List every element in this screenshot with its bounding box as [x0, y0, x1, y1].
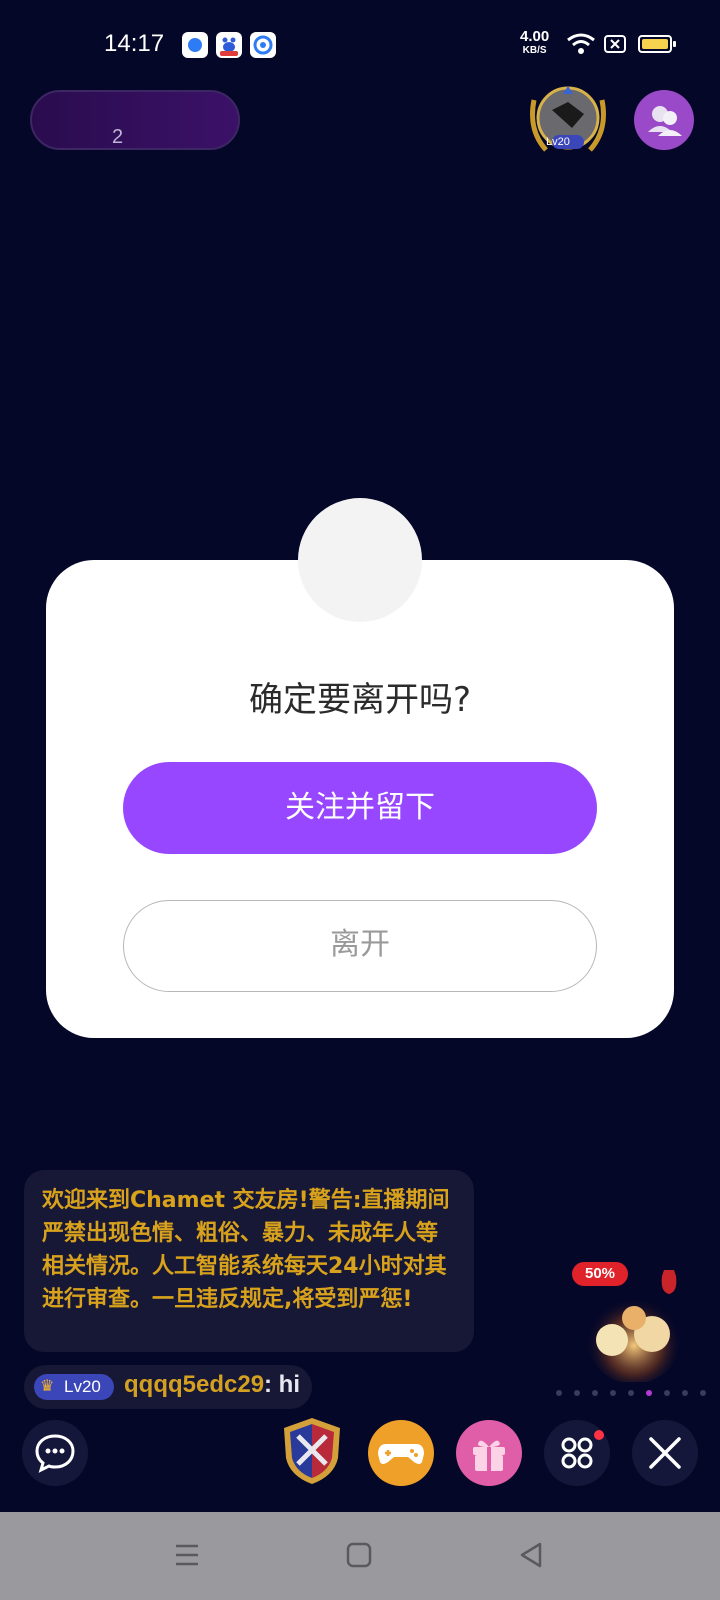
chat-button[interactable]: [22, 1420, 88, 1486]
crown-icon: ♛: [40, 1378, 55, 1395]
baidu-notification-icon: [216, 32, 242, 58]
menu-icon[interactable]: [174, 1542, 200, 1568]
users-icon: [648, 106, 682, 136]
leave-button[interactable]: 离开: [123, 900, 597, 992]
status-bar: 14:17 4.00 KB/S: [0, 0, 720, 90]
battle-button[interactable]: [280, 1416, 344, 1486]
user-level-text: Lv20: [64, 1377, 101, 1396]
close-room-button[interactable]: [632, 1420, 698, 1486]
gift-icon: [473, 1440, 505, 1471]
system-nav-bar: [0, 1512, 720, 1600]
sim-x-icon: [604, 35, 626, 53]
follow-and-stay-button[interactable]: 关注并留下: [123, 762, 597, 854]
network-speed: 4.00 KB/S: [520, 28, 550, 58]
game-button[interactable]: [368, 1420, 434, 1486]
chat-bubble-icon: [35, 1434, 75, 1473]
promo-pager-dots: [556, 1390, 706, 1396]
host-avatar[interactable]: [526, 80, 610, 160]
app-notification-icon-2: [250, 32, 276, 58]
chat-text: : hi: [264, 1371, 300, 1398]
battle-shield-icon: [284, 1418, 340, 1484]
status-time: 14:17: [104, 30, 165, 57]
host-level-badge: Lv20: [546, 136, 570, 148]
dialog-avatar: [298, 498, 422, 622]
room-pill-count: 2: [112, 126, 124, 148]
wifi-icon: [567, 33, 595, 54]
promo-discount-badge: 50%: [572, 1262, 628, 1286]
leave-dialog: 确定要离开吗? 关注并留下 离开: [46, 560, 674, 1038]
network-speed-value: 4.00: [520, 28, 550, 45]
chat-username[interactable]: qqqq5edc29: [124, 1371, 264, 1399]
user-level-badge: ♛ Lv20: [34, 1374, 114, 1400]
dialog-title: 确定要离开吗?: [248, 680, 472, 720]
gamepad-icon: [378, 1444, 424, 1464]
close-icon: [649, 1437, 681, 1469]
room-notice: 欢迎来到Chamet 交友房!警告:直播期间严禁出现色情、粗俗、暴力、未成年人等…: [24, 1170, 474, 1352]
back-icon[interactable]: [518, 1542, 544, 1568]
bottom-toolbar: [0, 1418, 720, 1500]
gift-button[interactable]: [456, 1420, 522, 1486]
home-icon[interactable]: [346, 1542, 372, 1568]
notification-dot: [594, 1430, 604, 1440]
battery-icon: [638, 35, 676, 53]
network-speed-unit: KB/S: [522, 45, 547, 56]
app-notification-icon: [182, 32, 208, 58]
chat-message[interactable]: ♛ Lv20 qqqq5edc29 : hi: [24, 1365, 312, 1409]
room-pill[interactable]: 2: [30, 90, 240, 150]
audience-button[interactable]: [634, 90, 694, 150]
